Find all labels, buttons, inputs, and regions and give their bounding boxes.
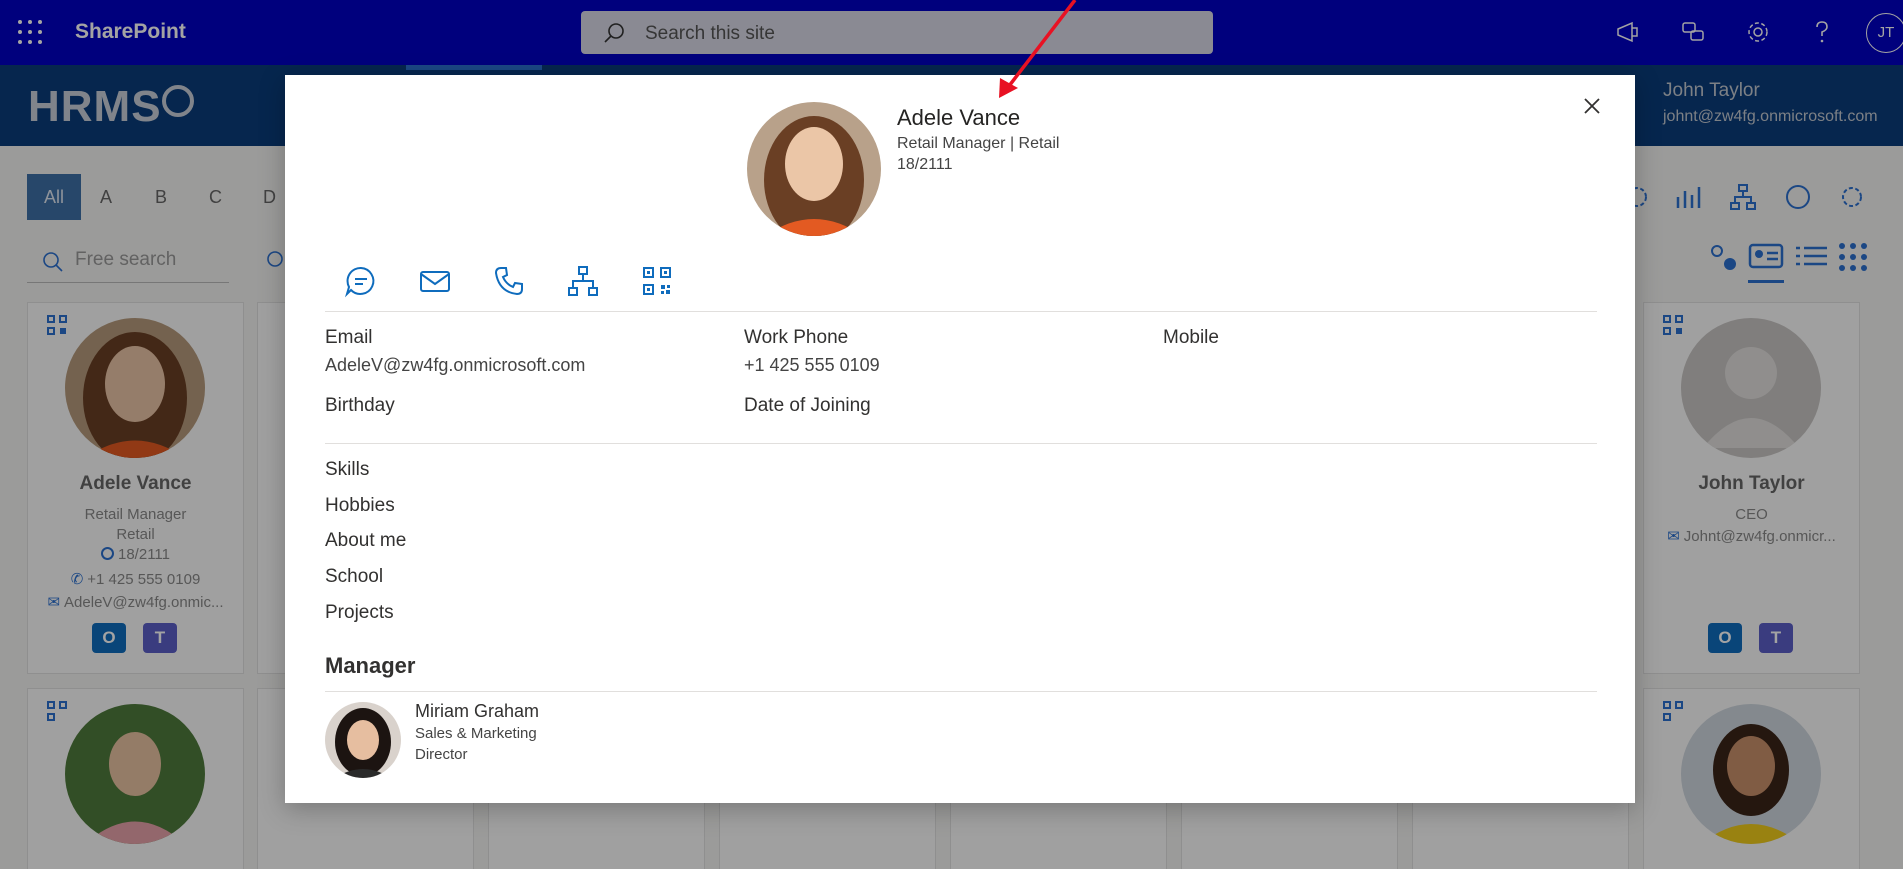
date-of-joining-label: Date of Joining [744,395,871,416]
manager-heading: Manager [325,653,416,678]
manager-department: Sales & Marketing [415,725,537,742]
divider [325,691,1597,692]
org-chart-icon[interactable] [565,263,601,299]
manager-photo[interactable] [325,702,401,778]
section-projects: Projects [325,602,394,623]
email-label: Email [325,327,373,348]
section-hobbies: Hobbies [325,495,395,516]
manager-job-title: Director [415,746,468,763]
profile-photo [747,102,881,236]
divider [325,311,1597,312]
profile-office: 18/2111 [897,156,953,173]
employee-profile-dialog: Adele Vance Retail Manager | Retail 18/2… [285,75,1635,803]
chat-icon[interactable] [343,263,379,299]
close-icon[interactable] [1577,91,1607,121]
section-school: School [325,566,384,587]
qr-code-icon[interactable] [639,263,675,299]
work-phone-label: Work Phone [744,327,849,348]
profile-name: Adele Vance [897,105,1021,130]
mobile-label: Mobile [1163,327,1219,348]
mail-icon[interactable] [417,263,453,299]
work-phone-value[interactable]: +1 425 555 0109 [744,355,880,376]
section-skills: Skills [325,459,370,480]
profile-role: Retail Manager | Retail [897,135,1060,152]
birthday-label: Birthday [325,395,395,416]
phone-icon[interactable] [491,263,527,299]
manager-name[interactable]: Miriam Graham [415,701,539,722]
divider [325,443,1597,444]
section-about-me: About me [325,530,407,551]
email-value[interactable]: AdeleV@zw4fg.onmicrosoft.com [325,355,585,376]
